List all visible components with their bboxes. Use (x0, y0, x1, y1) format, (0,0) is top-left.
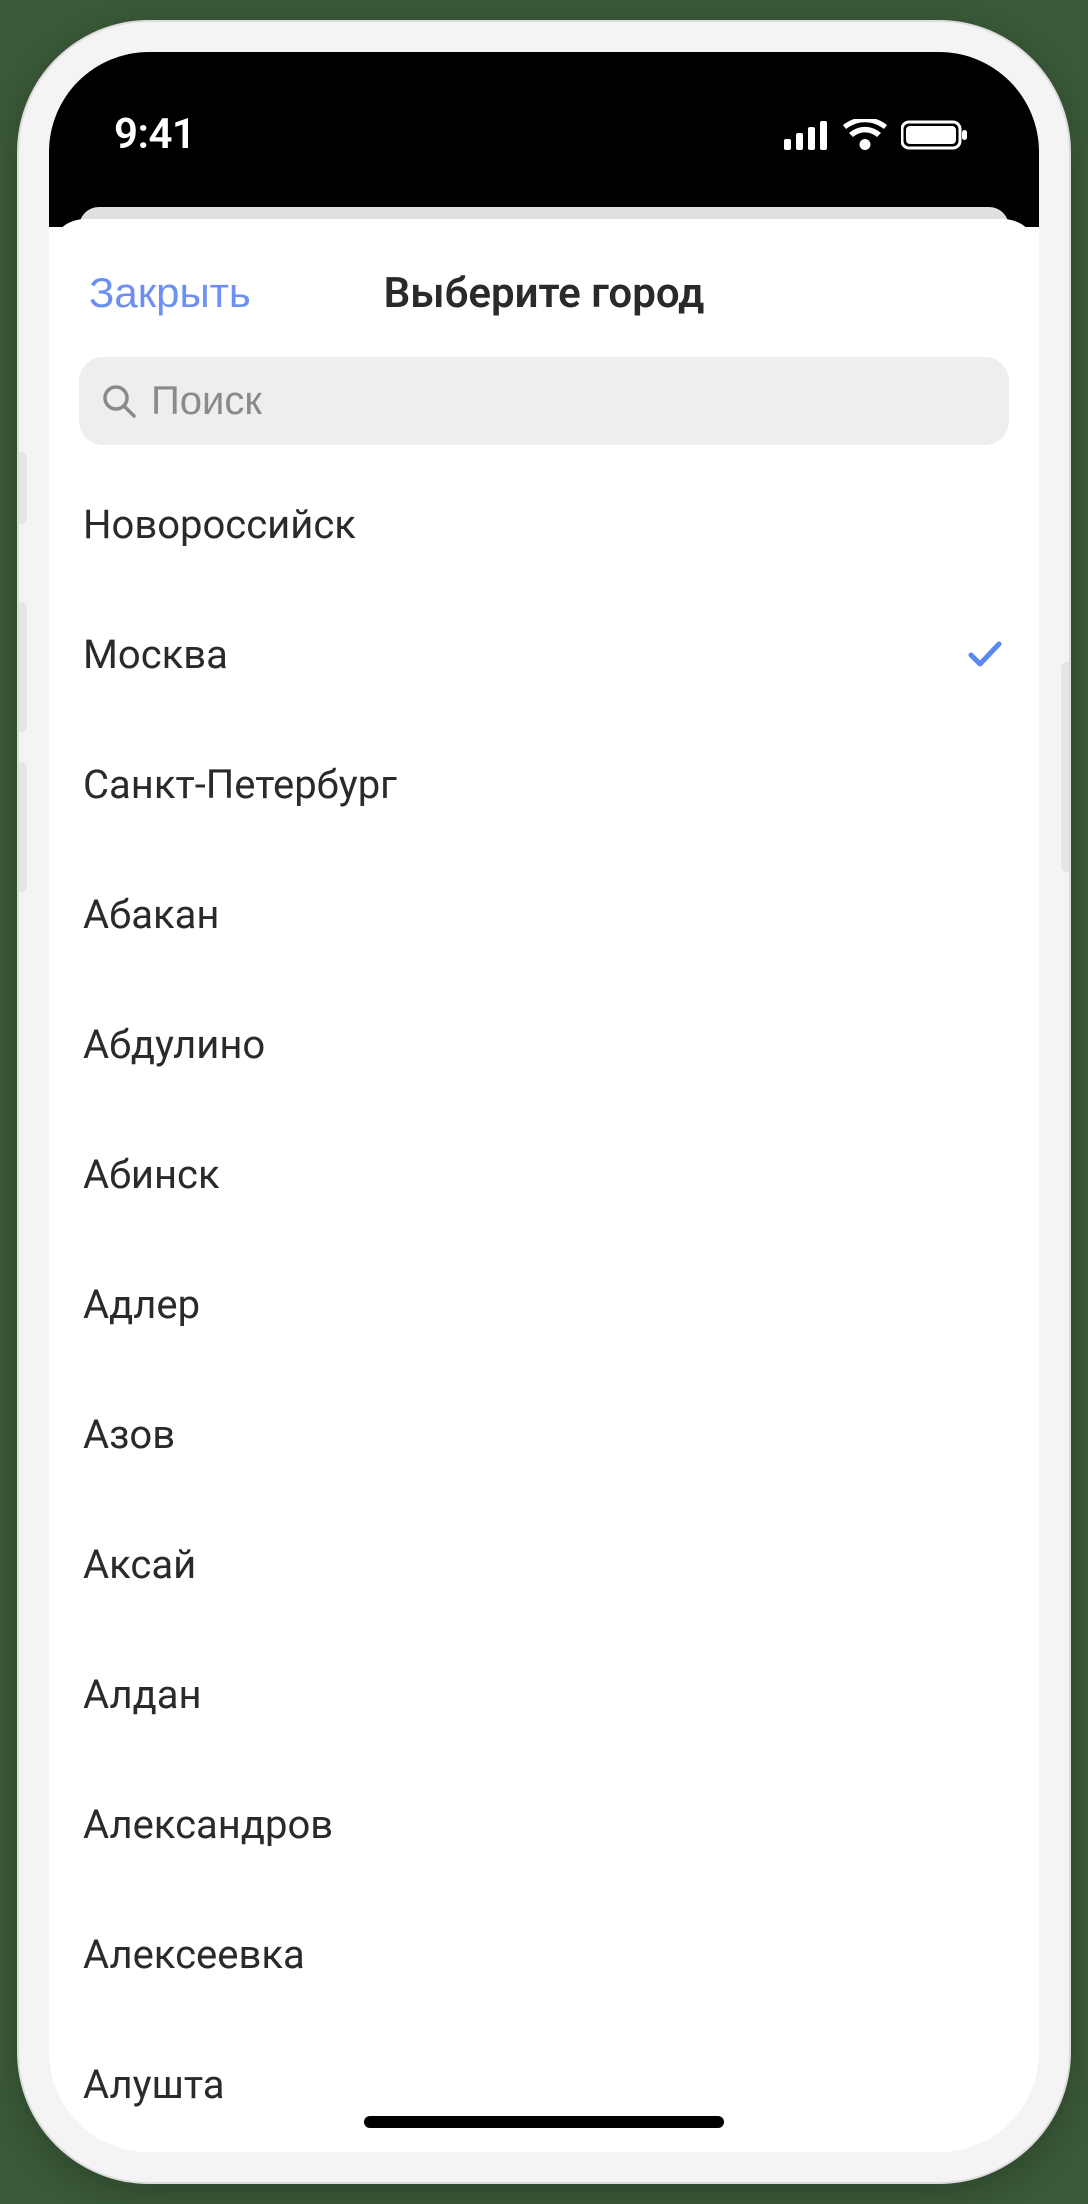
city-name: Москва (83, 631, 228, 678)
city-name: Алдан (83, 1671, 202, 1718)
city-row[interactable]: Москва (83, 589, 1005, 719)
city-row[interactable]: Абакан (83, 849, 1005, 979)
city-name: Аксай (83, 1541, 196, 1588)
close-button[interactable]: Закрыть (89, 269, 251, 317)
city-name: Адлер (83, 1281, 200, 1328)
home-indicator[interactable] (364, 2116, 724, 2128)
device-side-button (19, 452, 27, 524)
device-power-button (1061, 662, 1069, 872)
city-picker-sheet: Закрыть Выберите город Новороссийск Москв… (49, 219, 1039, 2149)
city-name: Абдулино (83, 1021, 265, 1068)
search-input[interactable] (151, 379, 987, 424)
city-row[interactable]: Аксай (83, 1499, 1005, 1629)
city-name: Абакан (83, 891, 219, 938)
city-name: Александров (83, 1801, 333, 1848)
city-name: Новороссийск (83, 501, 356, 548)
city-row[interactable]: Адлер (83, 1239, 1005, 1369)
city-row[interactable]: Санкт-Петербург (83, 719, 1005, 849)
nav-bar: Закрыть Выберите город (49, 219, 1039, 357)
device-volume-down-button (19, 762, 27, 892)
city-name: Санкт-Петербург (83, 761, 397, 808)
city-row[interactable]: Алушта (83, 2019, 1005, 2149)
status-time: 9:41 (114, 110, 195, 159)
cellular-icon (784, 120, 829, 150)
search-field[interactable] (79, 357, 1009, 445)
city-name: Алушта (83, 2061, 225, 2108)
city-list[interactable]: Новороссийск Москва Санкт-Петербург Абакан А… (49, 459, 1039, 2149)
city-row[interactable]: Александров (83, 1759, 1005, 1889)
checkmark-icon (965, 634, 1005, 674)
city-name: Алексеевка (83, 1931, 305, 1978)
device-screen: 9:41 (49, 52, 1039, 2152)
device-volume-up-button (19, 602, 27, 732)
search-container (49, 357, 1039, 459)
city-row[interactable]: Абдулино (83, 979, 1005, 1109)
wifi-icon (843, 119, 887, 151)
city-row[interactable]: Азов (83, 1369, 1005, 1499)
status-bar: 9:41 (49, 52, 1039, 227)
city-row[interactable]: Алдан (83, 1629, 1005, 1759)
battery-icon (901, 119, 969, 151)
page-title: Выберите город (384, 269, 705, 318)
city-row[interactable]: Абинск (83, 1109, 1005, 1239)
city-row[interactable]: Новороссийск (83, 459, 1005, 589)
search-icon (101, 383, 137, 419)
city-row[interactable]: Алексеевка (83, 1889, 1005, 2019)
city-name: Абинск (83, 1151, 220, 1198)
device-frame: 9:41 (19, 22, 1069, 2182)
city-name: Азов (83, 1411, 175, 1458)
